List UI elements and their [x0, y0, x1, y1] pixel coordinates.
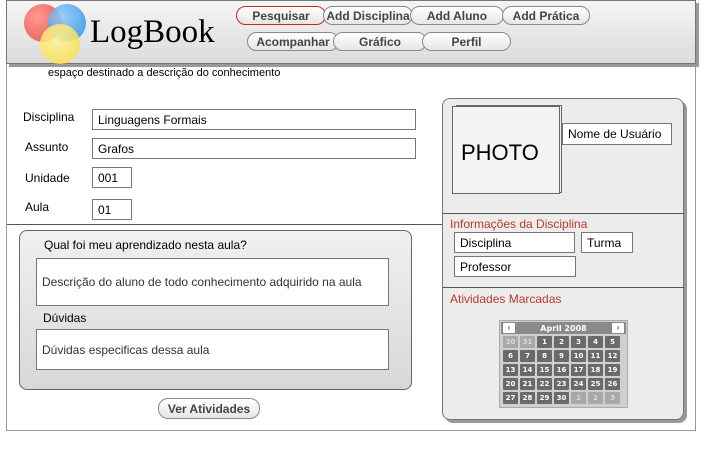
nav-add-aluno-button[interactable]: Add Aluno [410, 6, 504, 25]
calendar-day[interactable]: 22 [537, 378, 552, 390]
calendar-day[interactable]: 23 [554, 378, 569, 390]
username-field: Nome de Usuário [562, 123, 672, 145]
unidade-field[interactable]: 001 [92, 167, 132, 188]
panel-divider-1 [443, 213, 684, 214]
disciplina-label: Disciplina [23, 110, 75, 124]
info-disciplina-title: Informações da Disciplina [450, 217, 588, 231]
calendar-day[interactable]: 2 [554, 336, 569, 348]
calendar-day[interactable]: 7 [520, 350, 535, 362]
learning-question: Qual foi meu aprendizado nesta aula? [44, 238, 247, 252]
calendar-day[interactable]: 1 [571, 392, 586, 404]
panel-divider-2 [443, 287, 684, 288]
calendar-day[interactable]: 9 [554, 350, 569, 362]
calendar-day[interactable]: 6 [503, 350, 518, 362]
calendar-month: April 2008 [540, 323, 587, 333]
calendar-day[interactable]: 16 [554, 364, 569, 376]
nav-perfil-button[interactable]: Perfil [422, 32, 511, 51]
calendar-day[interactable]: 27 [503, 392, 518, 404]
calendar-day[interactable]: 4 [588, 336, 603, 348]
calendar-day[interactable]: 8 [537, 350, 552, 362]
nav-add-disciplina-button[interactable]: Add Disciplina [323, 6, 413, 25]
logo-icon-yellow [40, 24, 80, 64]
disciplina-field[interactable]: Linguagens Formais [92, 109, 416, 130]
calendar-grid: 30 31 1 2 3 4 5 6 7 8 9 10 11 12 13 14 15 16 17 18 19 20 21 22 2… [503, 336, 620, 404]
calendar-day[interactable]: 30 [503, 336, 518, 348]
calendar-day[interactable]: 12 [605, 350, 620, 362]
app-logo-text: LogBook [90, 14, 215, 50]
calendar-day[interactable]: 24 [571, 378, 586, 390]
calendar-day[interactable]: 26 [605, 378, 620, 390]
calendar-day[interactable]: 21 [520, 378, 535, 390]
duvidas-textarea[interactable]: Dúvidas especificas dessa aula [36, 329, 389, 370]
calendar-day[interactable]: 13 [503, 364, 518, 376]
learning-description-textarea[interactable]: Descrição do aluno de todo conhecimento … [36, 258, 389, 306]
atividades-title: Atividades Marcadas [450, 292, 562, 306]
user-photo: PHOTO [452, 106, 560, 194]
calendar-day[interactable]: 28 [520, 392, 535, 404]
disciplina-info-field: Disciplina [454, 232, 575, 253]
calendar-day[interactable]: 11 [588, 350, 603, 362]
calendar-header: ‹ April 2008 › [501, 322, 626, 334]
aula-field[interactable]: 01 [92, 199, 132, 220]
calendar-day[interactable]: 19 [605, 364, 620, 376]
nav-pesquisar-button[interactable]: Pesquisar [236, 6, 326, 25]
page-description: espaço destinado a descrição do conhecim… [48, 67, 281, 79]
aula-label: Aula [25, 200, 50, 214]
calendar-day[interactable]: 5 [605, 336, 620, 348]
calendar-day[interactable]: 17 [571, 364, 586, 376]
calendar-day[interactable]: 15 [537, 364, 552, 376]
calendar-day[interactable]: 14 [520, 364, 535, 376]
nav-grafico-button[interactable]: Gráfico [333, 32, 427, 51]
calendar-day[interactable]: 25 [588, 378, 603, 390]
section-divider [7, 224, 444, 225]
calendar-day[interactable]: 30 [554, 392, 569, 404]
professor-field: Professor [454, 256, 576, 277]
calendar-day[interactable]: 2 [588, 392, 603, 404]
duvidas-label: Dúvidas [43, 311, 87, 325]
assunto-field[interactable]: Grafos [92, 138, 416, 159]
calendar-day[interactable]: 20 [503, 378, 518, 390]
unidade-label: Unidade [25, 171, 70, 185]
ver-atividades-button[interactable]: Ver Atividades [158, 398, 260, 419]
chevron-left-icon[interactable]: ‹ [503, 323, 515, 333]
nav-acompanhar-button[interactable]: Acompanhar [247, 32, 339, 51]
calendar-day[interactable]: 1 [537, 336, 552, 348]
calendar-day[interactable]: 10 [571, 350, 586, 362]
turma-field: Turma [581, 232, 633, 253]
nav-add-pratica-button[interactable]: Add Prática [502, 6, 590, 25]
chevron-right-icon[interactable]: › [612, 323, 624, 333]
calendar-day[interactable]: 29 [537, 392, 552, 404]
calendar-day[interactable]: 31 [520, 336, 535, 348]
calendar-day[interactable]: 3 [605, 392, 620, 404]
calendar-day[interactable]: 3 [571, 336, 586, 348]
calendar-day[interactable]: 18 [588, 364, 603, 376]
assunto-label: Assunto [25, 140, 69, 154]
